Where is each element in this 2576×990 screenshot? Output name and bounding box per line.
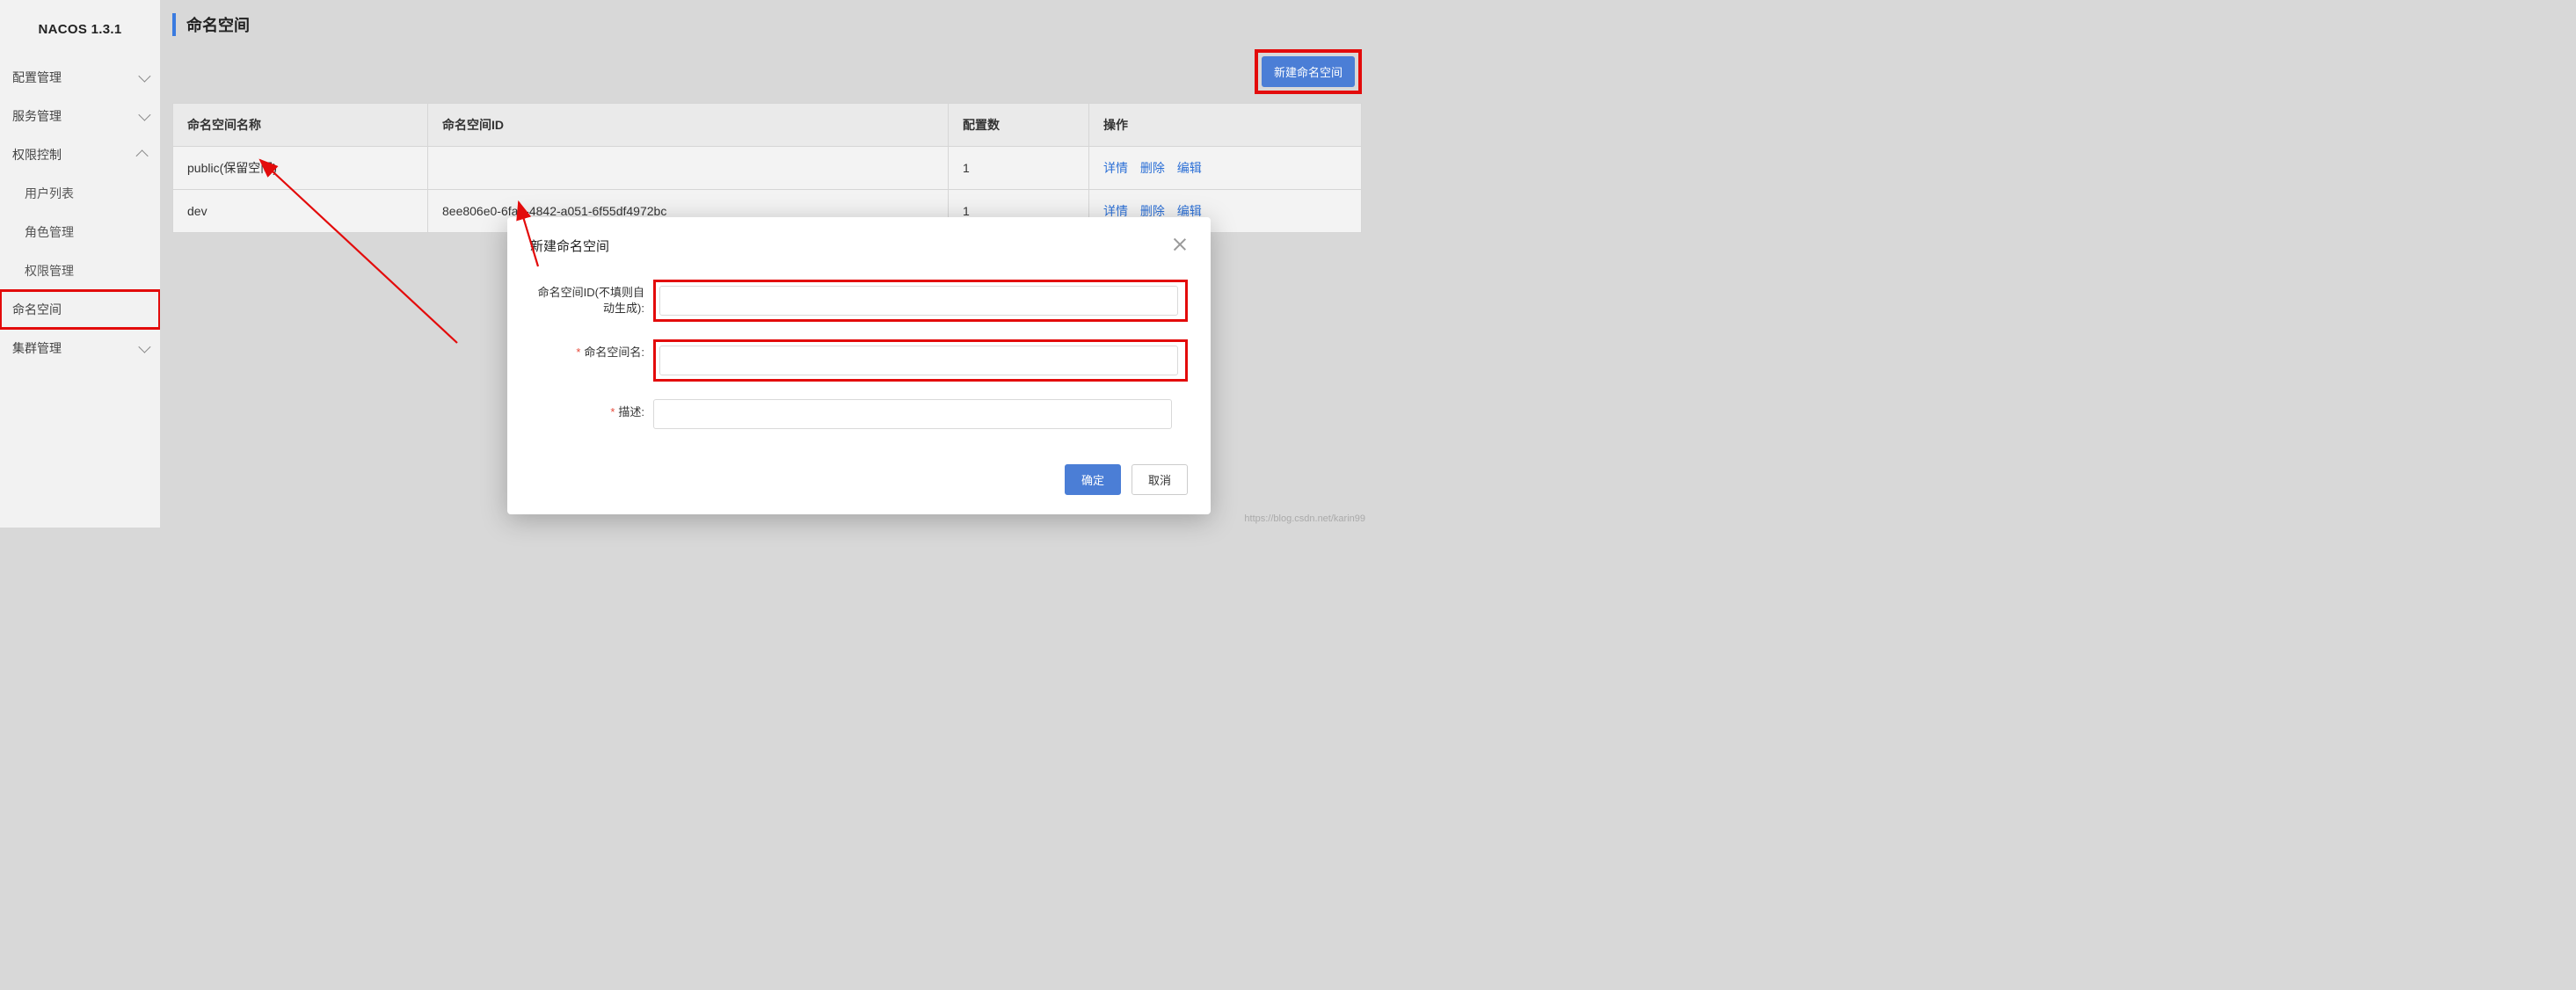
sidebar-item-label: 配置管理 (12, 69, 62, 86)
detail-link[interactable]: 详情 (1103, 161, 1128, 175)
cancel-button[interactable]: 取消 (1132, 464, 1188, 495)
chevron-down-icon (138, 341, 150, 353)
app-root: NACOS 1.3.1 配置管理 服务管理 权限控制 用户列表 角色管理 权限管… (0, 0, 1374, 528)
col-header-ops: 操作 (1089, 104, 1362, 147)
sidebar-item-label: 权限控制 (12, 146, 62, 164)
edit-link[interactable]: 编辑 (1177, 204, 1202, 218)
cell-name: public(保留空间) (173, 147, 428, 190)
ns-name-input[interactable] (659, 346, 1178, 375)
table-header-row: 命名空间名称 命名空间ID 配置数 操作 (173, 104, 1362, 147)
delete-link[interactable]: 删除 (1140, 161, 1165, 175)
sidebar-item-config[interactable]: 配置管理 (0, 58, 160, 97)
form-row-ns-id: 命名空间ID(不填则自动生成): (530, 280, 1188, 322)
col-header-id: 命名空间ID (428, 104, 949, 147)
chevron-down-icon (138, 70, 150, 83)
cell-id (428, 147, 949, 190)
sidebar-item-namespace[interactable]: 命名空间 (0, 290, 160, 329)
watermark: https://blog.csdn.net/karin99 (1244, 513, 1365, 524)
modal-header: 新建命名空间 (530, 237, 1188, 255)
form-row-ns-name: *命名空间名: (530, 339, 1188, 382)
chevron-down-icon (138, 109, 150, 121)
namespace-table: 命名空间名称 命名空间ID 配置数 操作 public(保留空间) 1 详情 删… (172, 103, 1362, 233)
label-ns-id: 命名空间ID(不填则自动生成): (530, 280, 653, 317)
main-area: 命名空间 新建命名空间 命名空间名称 命名空间ID 配置数 操作 pu (160, 0, 1374, 528)
cell-name: dev (173, 190, 428, 233)
table-row: public(保留空间) 1 详情 删除 编辑 (173, 147, 1362, 190)
required-asterisk: * (576, 346, 580, 359)
page-header: 命名空间 (172, 7, 1362, 42)
sidebar-item-label: 服务管理 (12, 107, 62, 125)
sidebar-item-label: 权限管理 (25, 262, 74, 280)
close-icon[interactable] (1172, 237, 1188, 252)
sidebar-item-label: 用户列表 (25, 185, 74, 202)
col-header-name: 命名空间名称 (173, 104, 428, 147)
cell-count: 1 (949, 147, 1089, 190)
ok-button[interactable]: 确定 (1065, 464, 1121, 495)
highlight-box: 新建命名空间 (1255, 49, 1362, 94)
desc-input[interactable] (653, 399, 1172, 429)
app-logo: NACOS 1.3.1 (0, 0, 160, 58)
form-row-desc: *描述: (530, 399, 1188, 429)
toolbar: 新建命名空间 (172, 49, 1362, 94)
create-namespace-button[interactable]: 新建命名空间 (1262, 56, 1355, 87)
create-namespace-modal: 新建命名空间 命名空间ID(不填则自动生成): *命名空间名: * (507, 217, 1211, 514)
sidebar-item-perms[interactable]: 权限管理 (0, 251, 160, 290)
modal-title: 新建命名空间 (530, 237, 609, 255)
required-asterisk: * (610, 405, 615, 419)
ns-id-input[interactable] (659, 286, 1178, 316)
sidebar-item-label: 角色管理 (25, 223, 74, 241)
sidebar-item-roles[interactable]: 角色管理 (0, 213, 160, 251)
sidebar-item-label: 命名空间 (12, 301, 62, 318)
chevron-up-icon (136, 149, 149, 162)
sidebar-item-users[interactable]: 用户列表 (0, 174, 160, 213)
edit-link[interactable]: 编辑 (1177, 161, 1202, 175)
label-ns-name: *命名空间名: (530, 339, 653, 360)
detail-link[interactable]: 详情 (1103, 204, 1128, 218)
delete-link[interactable]: 删除 (1140, 204, 1165, 218)
col-header-count: 配置数 (949, 104, 1089, 147)
sidebar-item-label: 集群管理 (12, 339, 62, 357)
page-title: 命名空间 (186, 13, 250, 36)
sidebar: NACOS 1.3.1 配置管理 服务管理 权限控制 用户列表 角色管理 权限管… (0, 0, 160, 528)
page-title-bar (172, 13, 176, 36)
modal-footer: 确定 取消 (530, 464, 1188, 495)
sidebar-item-permission[interactable]: 权限控制 (0, 135, 160, 174)
cell-ops: 详情 删除 编辑 (1089, 147, 1362, 190)
sidebar-item-service[interactable]: 服务管理 (0, 97, 160, 135)
sidebar-item-cluster[interactable]: 集群管理 (0, 329, 160, 368)
label-desc: *描述: (530, 399, 653, 420)
